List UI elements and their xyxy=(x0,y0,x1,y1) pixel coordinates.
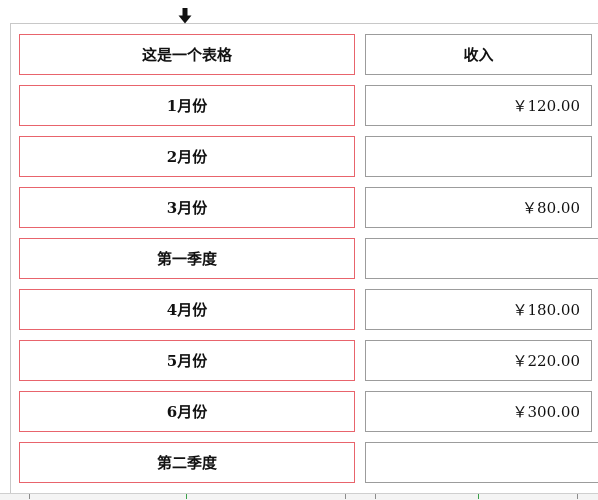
table-row-label-cell[interactable]: 2月份 xyxy=(19,136,355,177)
ruler-tick xyxy=(375,494,376,499)
ruler-strip xyxy=(0,493,598,500)
table-header-label: 这是一个表格 xyxy=(141,46,232,64)
table-header-value-cell[interactable]: 收入 xyxy=(365,34,592,75)
grid-frame-top xyxy=(10,23,598,24)
document-canvas: 这是一个表格 收入 1月份 ￥120.00 2月份 3月份 ￥80.00 第一季… xyxy=(0,0,598,500)
ruler-tick xyxy=(478,494,479,499)
table-row-value-cell[interactable] xyxy=(365,238,598,279)
table-row-value-cell[interactable]: ￥300.00 xyxy=(365,391,592,432)
row-label: 第二季度 xyxy=(156,454,217,472)
row-label: 4月份 xyxy=(166,301,208,319)
row-label: 5月份 xyxy=(166,352,208,370)
arrow-down-icon xyxy=(178,8,192,24)
table-row-value-cell[interactable] xyxy=(365,442,598,483)
row-label: 3月份 xyxy=(166,199,208,217)
row-value: ￥300.00 xyxy=(512,403,581,421)
table-row-value-cell[interactable]: ￥120.00 xyxy=(365,85,592,126)
table-row-label-cell[interactable]: 第一季度 xyxy=(19,238,355,279)
row-label: 6月份 xyxy=(166,403,208,421)
table-row-label-cell[interactable]: 6月份 xyxy=(19,391,355,432)
table-header-value: 收入 xyxy=(463,46,494,64)
ruler-tick xyxy=(577,494,578,499)
table-row-value-cell[interactable]: ￥220.00 xyxy=(365,340,592,381)
table-row-label-cell[interactable]: 第二季度 xyxy=(19,442,355,483)
ruler-tick xyxy=(186,494,187,499)
row-label: 第一季度 xyxy=(156,250,217,268)
row-value: ￥120.00 xyxy=(512,97,581,115)
table-row-label-cell[interactable]: 1月份 xyxy=(19,85,355,126)
row-value: ￥80.00 xyxy=(522,199,580,217)
table-row-label-cell[interactable]: 5月份 xyxy=(19,340,355,381)
ruler-tick xyxy=(345,494,346,499)
table-row-value-cell[interactable]: ￥80.00 xyxy=(365,187,592,228)
row-value: ￥180.00 xyxy=(512,301,581,319)
grid-frame-left xyxy=(10,23,11,500)
table-row-value-cell[interactable]: ￥180.00 xyxy=(365,289,592,330)
row-label: 1月份 xyxy=(166,97,208,115)
table-row-value-cell[interactable] xyxy=(365,136,592,177)
row-label: 2月份 xyxy=(166,148,208,166)
table-row-label-cell[interactable]: 3月份 xyxy=(19,187,355,228)
ruler-tick xyxy=(29,494,30,499)
table-row-label-cell[interactable]: 4月份 xyxy=(19,289,355,330)
table-header-label-cell[interactable]: 这是一个表格 xyxy=(19,34,355,75)
row-value: ￥220.00 xyxy=(512,352,581,370)
